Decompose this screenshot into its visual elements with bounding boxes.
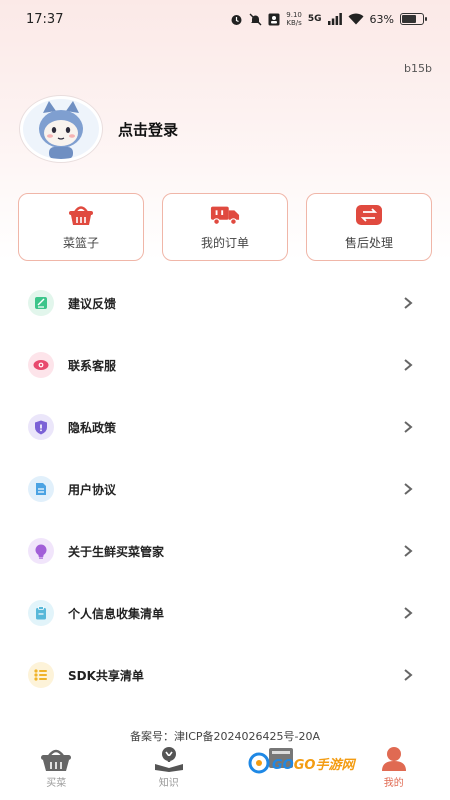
menu-item-customer-service[interactable]: 联系客服: [0, 334, 450, 396]
menu-item-label: 建议反馈: [68, 296, 117, 311]
quick-action-label: 我的订单: [200, 236, 249, 250]
contact-card-icon: [268, 13, 280, 25]
bulb-icon: [28, 538, 54, 564]
clipboard-icon: [28, 600, 54, 626]
version-label: b15b: [404, 62, 432, 75]
menu-item-personal-info-list[interactable]: 个人信息收集清单: [0, 582, 450, 644]
bottom-tab-bar: 买菜 知识 我的: [0, 742, 450, 800]
tab-buy-vegetables[interactable]: 买菜: [11, 746, 101, 789]
shield-icon: [28, 414, 54, 440]
menu-item-privacy-policy[interactable]: 隐私政策: [0, 396, 450, 458]
battery-icon: [400, 13, 427, 25]
status-icons: 9.10 KB/s 5G 63%: [230, 11, 427, 27]
menu-item-label: 个人信息收集清单: [68, 606, 165, 621]
menu-item-about[interactable]: 关于生鲜买菜管家: [0, 520, 450, 582]
status-bar: 17:37 9.10 KB/s 5G 63%: [0, 0, 450, 38]
tab-label: 知识: [158, 778, 179, 789]
chevron-right-icon: [404, 483, 413, 495]
watermark-logo: GOGO手游网: [248, 752, 354, 774]
tab-knowledge[interactable]: 知识: [124, 746, 214, 789]
network-speed: 9.10 KB/s: [286, 11, 302, 27]
truck-icon: [210, 206, 240, 225]
quick-action-label: 菜篮子: [62, 236, 99, 250]
menu-item-sdk-list[interactable]: SDK共享清单: [0, 644, 450, 706]
quick-action-after-sales[interactable]: 售后处理: [306, 193, 432, 261]
quick-action-orders[interactable]: 我的订单: [162, 193, 288, 261]
menu-item-label: 用户协议: [68, 482, 117, 497]
watermark-ring-icon: [248, 752, 270, 774]
basket-icon: [69, 206, 93, 225]
status-time: 17:37: [26, 11, 64, 27]
book-bulb-icon: [154, 747, 183, 772]
login-label[interactable]: 点击登录: [118, 119, 178, 140]
settings-menu: 建议反馈 联系客服 隐私政策 用户协议 关于生鲜买菜管家 个人信息收集清单 SD…: [0, 272, 450, 706]
feedback-icon: [28, 290, 54, 316]
quick-action-basket[interactable]: 菜篮子: [18, 193, 144, 261]
menu-item-label: 联系客服: [68, 358, 117, 373]
menu-item-user-agreement[interactable]: 用户协议: [0, 458, 450, 520]
avatar-cat-icon: [39, 101, 83, 159]
battery-percent: 63%: [369, 12, 394, 26]
person-icon: [381, 747, 406, 771]
basket-tab-icon: [41, 749, 72, 771]
signal-icon: [327, 13, 342, 25]
quick-actions: 菜篮子 我的订单 售后处理: [18, 193, 432, 261]
exchange-icon: [356, 205, 382, 225]
chevron-right-icon: [404, 297, 413, 309]
menu-item-feedback[interactable]: 建议反馈: [0, 272, 450, 334]
mute-bell-icon: [249, 13, 262, 25]
tab-label: 我的: [383, 778, 404, 789]
chevron-right-icon: [404, 607, 413, 619]
tab-label: 买菜: [46, 778, 67, 789]
menu-item-label: SDK共享清单: [68, 668, 144, 683]
list-icon: [28, 662, 54, 688]
alarm-icon: [231, 14, 242, 25]
menu-item-label: 关于生鲜买菜管家: [68, 544, 165, 559]
document-icon: [28, 476, 54, 502]
watermark-text: GOGO手游网: [272, 757, 355, 773]
chevron-right-icon: [404, 669, 413, 681]
chevron-right-icon: [404, 359, 413, 371]
eye-icon: [28, 352, 54, 378]
wifi-icon: [348, 13, 364, 25]
tab-mine[interactable]: 我的: [349, 746, 439, 789]
avatar[interactable]: [20, 96, 102, 162]
chevron-right-icon: [404, 545, 413, 557]
login-profile[interactable]: 点击登录: [20, 96, 178, 162]
menu-item-label: 隐私政策: [68, 420, 117, 435]
chevron-right-icon: [404, 421, 413, 433]
quick-action-label: 售后处理: [344, 236, 393, 250]
signal-label: 5G: [307, 14, 322, 24]
